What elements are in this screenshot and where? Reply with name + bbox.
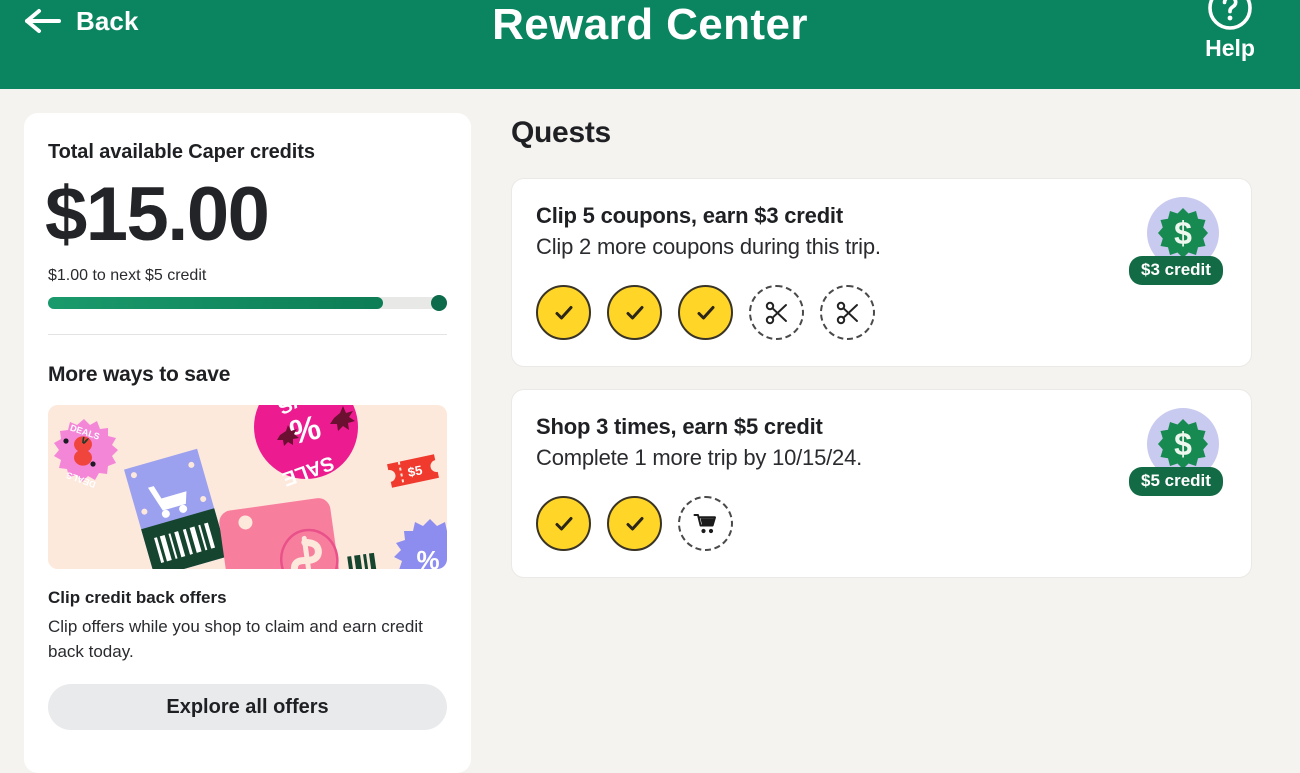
check-icon <box>622 511 648 537</box>
svg-text:$: $ <box>1174 215 1192 251</box>
check-icon <box>693 300 719 326</box>
quest-card[interactable]: Shop 3 times, earn $5 credit Complete 1 m… <box>511 389 1252 578</box>
quest-step-done <box>536 285 591 340</box>
check-icon <box>551 300 577 326</box>
credits-card: Total available Caper credits $15.00 $1.… <box>24 113 471 773</box>
question-circle-icon <box>1206 0 1254 32</box>
quest-reward: $ $3 credit <box>1129 197 1229 293</box>
reward-badge: $3 credit <box>1129 256 1223 285</box>
scissors-icon <box>835 300 861 326</box>
quest-step-todo <box>678 496 733 551</box>
quest-list: Clip 5 coupons, earn $3 credit Clip 2 mor… <box>511 178 1276 578</box>
quest-step-done <box>607 496 662 551</box>
section-divider <box>48 334 447 335</box>
quest-title: Clip 5 coupons, earn $3 credit <box>536 203 843 228</box>
quest-step-done <box>536 496 591 551</box>
credits-label: Total available Caper credits <box>48 141 315 163</box>
progress-fill <box>48 297 384 309</box>
scissors-icon <box>764 300 790 326</box>
shopping-cart-icon <box>693 511 719 537</box>
reward-badge: $5 credit <box>1129 467 1223 496</box>
quest-title: Shop 3 times, earn $5 credit <box>536 414 823 439</box>
quests-heading: Quests <box>511 116 611 149</box>
svg-text:$: $ <box>1174 426 1192 462</box>
check-icon <box>622 300 648 326</box>
svg-text:$5: $5 <box>406 462 423 480</box>
offer-description: Clip offers while you shop to claim and … <box>48 617 423 661</box>
quest-step-track <box>536 496 1227 551</box>
progress-caption: $1.00 to next $5 credit <box>48 267 207 284</box>
explore-all-offers-button[interactable]: Explore all offers <box>48 684 447 730</box>
more-ways-to-save-title: More ways to save <box>48 363 231 386</box>
offer-title: Clip credit back offers <box>48 588 227 607</box>
svg-text:%: % <box>416 545 439 569</box>
quest-step-todo <box>749 285 804 340</box>
help-label: Help <box>1205 35 1255 61</box>
quest-subtitle: Clip 2 more coupons during this trip. <box>536 234 881 259</box>
progress-end-dot <box>431 295 447 311</box>
check-icon <box>551 511 577 537</box>
coupons-and-deals-illustration: DEALS DEALS SALE % $5 % <box>48 405 447 569</box>
page-title: Reward Center <box>492 0 808 49</box>
quest-subtitle: Complete 1 more trip by 10/15/24. <box>536 445 863 470</box>
help-button[interactable]: Help <box>1182 0 1278 62</box>
quest-card[interactable]: Clip 5 coupons, earn $3 credit Clip 2 mor… <box>511 178 1252 367</box>
app-header: Back Reward Center Help <box>0 0 1300 89</box>
quest-reward: $ $5 credit <box>1129 408 1229 504</box>
quests-pane: Quests Clip 5 coupons, earn $3 credit Cli… <box>511 113 1276 578</box>
credits-amount: $15.00 <box>45 172 270 257</box>
credit-progress-bar <box>48 295 447 311</box>
quest-step-track <box>536 285 1227 340</box>
quest-step-done <box>678 285 733 340</box>
quest-step-todo <box>820 285 875 340</box>
quest-step-done <box>607 285 662 340</box>
